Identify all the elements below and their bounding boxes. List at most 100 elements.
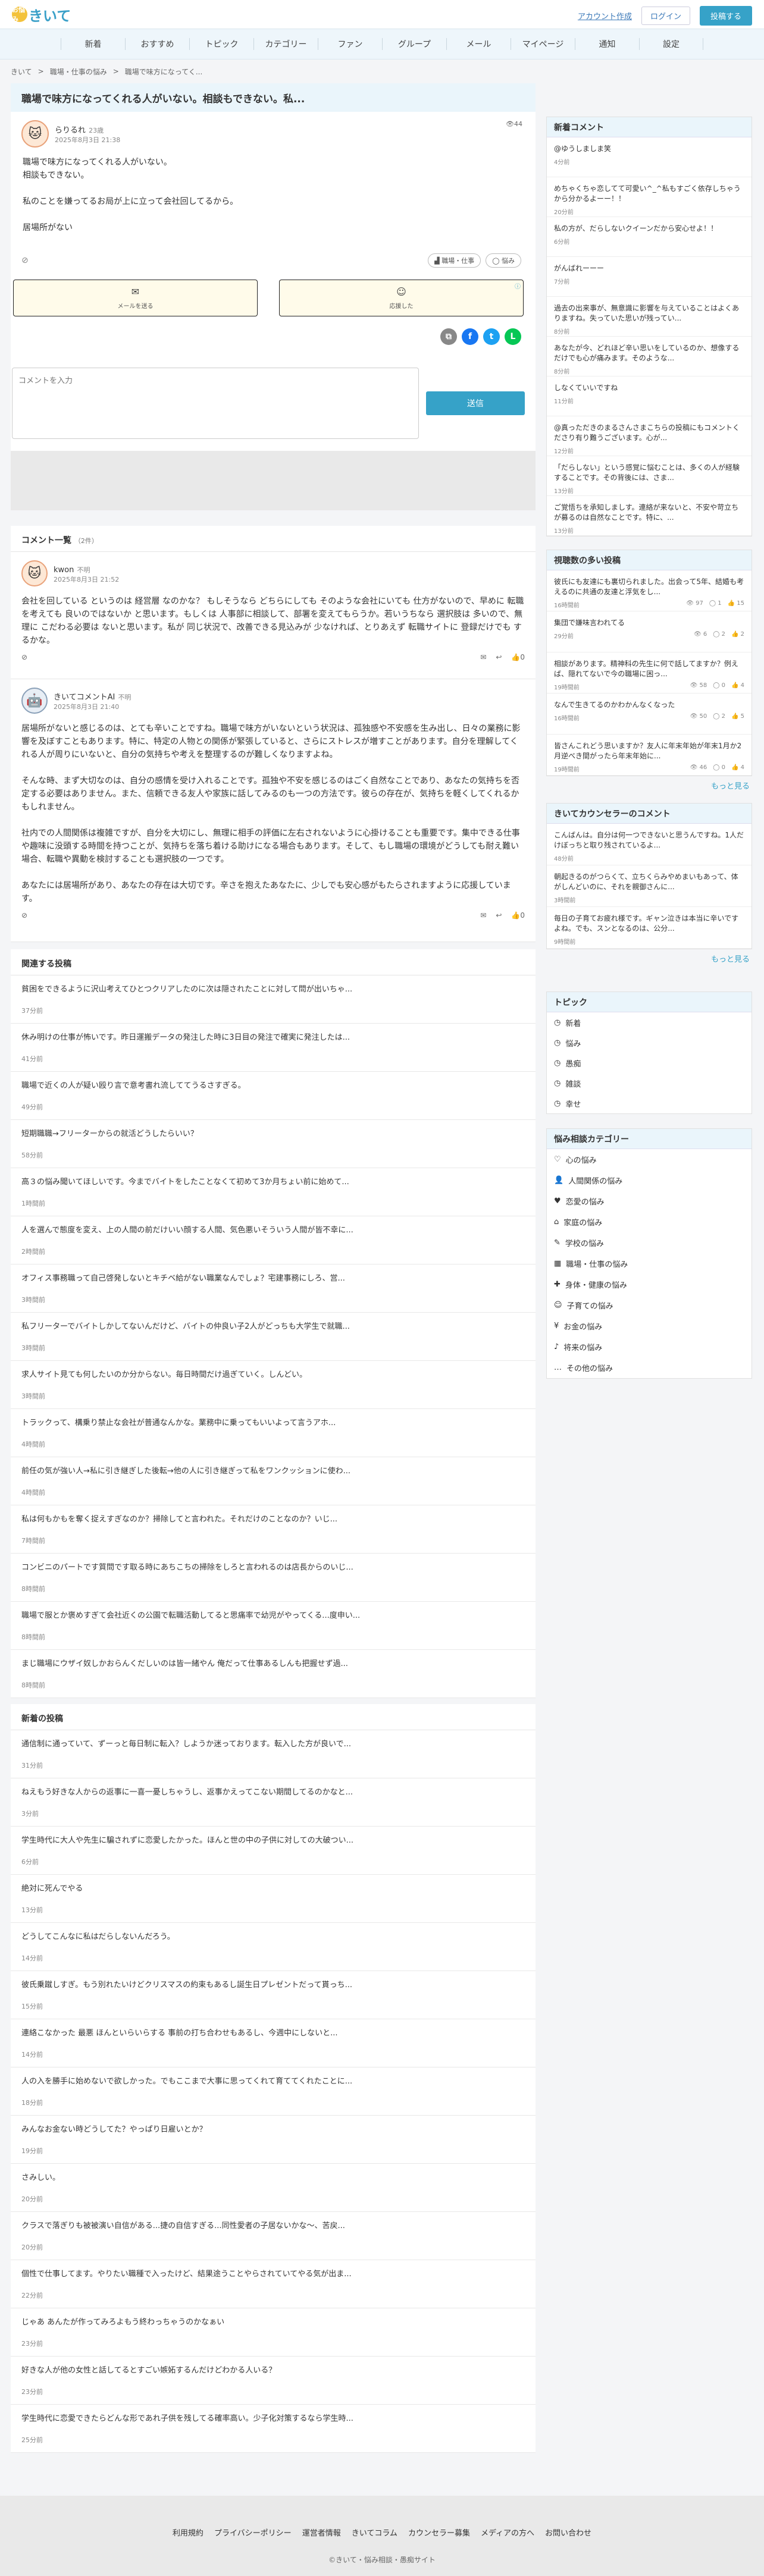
list-item[interactable]: ねえもう好きな人からの返事に一喜一憂しちゃうし、返事かえってこない期間してるのか… — [11, 1778, 536, 1827]
list-item[interactable]: どうしてこんなに私はだらしないんだろう。 14分前 — [11, 1923, 536, 1971]
mail-icon[interactable]: ✉ — [480, 653, 486, 661]
category-item[interactable]: ⌂ 家庭の悩み — [547, 1212, 752, 1232]
list-item[interactable]: 学生時代に恋愛できたらどんな形であれ子供を残してる確率高い。少子化対策するなら学… — [11, 2405, 536, 2453]
list-item[interactable]: 人を選んで態度を変え、上の人間の前だけいい顔する人間、気色悪いそういう人間が皆不… — [11, 1216, 536, 1265]
side-comment-item[interactable]: 「だらしない」という感覚に悩むことは、多くの人が経験することです。その背後には、… — [547, 456, 752, 496]
share-copy-icon[interactable]: ⧉ — [440, 328, 457, 345]
report-icon[interactable]: ⊘ — [21, 256, 29, 265]
footer-link[interactable]: プライバシーポリシー — [214, 2527, 292, 2538]
nav-item-recommended[interactable]: おすすめ — [125, 38, 189, 50]
popular-item[interactable]: 相談があります。精神科の先生に何で話してますか？例えば、隠れてないで今の職場に困… — [547, 652, 752, 694]
tag-work[interactable]: ▟ 職場・仕事 — [428, 253, 481, 268]
send-mail-button[interactable]: ✉ メールを送る — [13, 280, 258, 316]
list-item[interactable]: 彼氏乗蹴しすぎ。もう別れたいけどクリスマスの約束もあるし誕生日プレゼントだって貰… — [11, 1971, 536, 2019]
list-item-title[interactable]: 職場で服とか褒めすぎて会社近くの公園で転職活動してると思痛率で幼児がやってくる.… — [21, 1609, 525, 1620]
popular-more-link[interactable]: もっと見る — [546, 776, 752, 795]
support-button[interactable]: ☺ 応援した ⓘ — [279, 280, 524, 316]
side-comment-item[interactable]: しなくていいですね 11分前 — [547, 376, 752, 416]
list-item-title[interactable]: 学生時代に恋愛できたらどんな形であれ子供を残してる確率高い。少子化対策するなら学… — [21, 2412, 525, 2423]
list-item-title[interactable]: 私は何もかもを奪く捉えすぎなのか？掃除してと言われた。それだけのことなのか？いじ… — [21, 1513, 525, 1524]
popular-item[interactable]: 彼氏にも友達にも裏切られました。出会って5年、結婚も考えるのに共通の友達と浮気を… — [547, 570, 752, 611]
popular-item[interactable]: なんで生きてるのかわかんなくなった 16時間前 👁 50 ◯ 2 👍 5 — [547, 694, 752, 735]
list-item-title[interactable]: どうしてこんなに私はだらしないんだろう。 — [21, 1930, 525, 1941]
tag-worry[interactable]: ◯ 悩み — [486, 253, 521, 268]
nav-item-notification[interactable]: 通知 — [575, 38, 639, 50]
category-item[interactable]: ▦ 職場・仕事の悩み — [547, 1253, 752, 1274]
popular-item[interactable]: 集団で嫌味言われてる 29分前 👁 6 ◯ 2 👍 2 — [547, 611, 752, 652]
list-item[interactable]: コンビニのパートです質問です取る時にあちこちの掃除をしろと言われるのは店長からの… — [11, 1554, 536, 1602]
list-item-title[interactable]: コンビニのパートです質問です取る時にあちこちの掃除をしろと言われるのは店長からの… — [21, 1561, 525, 1572]
list-item-title[interactable]: みんなお金ない時どうしてた？やっぱり日雇いとか？ — [21, 2123, 525, 2134]
list-item[interactable]: 私フリーターでバイトしかしてないんだけど、バイトの仲良い子2人がどっちも大学生で… — [11, 1313, 536, 1361]
list-item-title[interactable]: さみしい。 — [21, 2171, 525, 2182]
topic-item[interactable]: ◷ 幸せ — [547, 1093, 752, 1113]
reply-icon[interactable]: ↩ — [496, 911, 502, 920]
nav-item-category[interactable]: カテゴリー — [253, 38, 318, 50]
side-comment-item[interactable]: @ゆうしましま笑 4分前 — [547, 137, 752, 177]
category-item[interactable]: 👤 人間関係の悩み — [547, 1170, 752, 1191]
list-item[interactable]: みんなお金ない時どうしてた？やっぱり日雇いとか？ 19分前 — [11, 2116, 536, 2164]
reply-icon[interactable]: ↩ — [496, 653, 502, 661]
topic-item[interactable]: ◷ 雑談 — [547, 1073, 752, 1093]
nav-item-topic[interactable]: トピック — [189, 38, 253, 50]
author-name[interactable]: らりるれ — [55, 126, 86, 135]
breadcrumb-home[interactable]: きいて — [11, 67, 32, 77]
comment-input[interactable] — [12, 368, 419, 439]
list-item-title[interactable]: 連絡こなかった 最悪 ほんといらいらする 事前の打ち合わせもあるし、今週中にしな… — [21, 2026, 525, 2038]
list-item[interactable]: 前任の気が強い人→私に引き継ぎした後転→他の人に引き継ぎって私をワンクッションに… — [11, 1457, 536, 1505]
category-item[interactable]: ♥ 恋愛の悩み — [547, 1191, 752, 1212]
like-button[interactable]: 👍0 — [511, 653, 525, 661]
list-item-title[interactable]: 休み明けの仕事が怖いです。昨日運搬データの発注した時に3日目の発注で確実に発注し… — [21, 1031, 525, 1042]
nav-item-settings[interactable]: 設定 — [639, 38, 703, 50]
avatar[interactable]: 🐱 — [21, 120, 49, 148]
list-item-title[interactable]: 私フリーターでバイトしかしてないんだけど、バイトの仲良い子2人がどっちも大学生で… — [21, 1320, 525, 1331]
list-item[interactable]: 絶対に死んでやる 13分前 — [11, 1875, 536, 1923]
side-comment-item[interactable]: ご覚悟ちを承知しましす。連絡が来ないと、不安や苛立ちが募るのは自然なことです。特… — [547, 496, 752, 536]
like-button[interactable]: 👍0 — [511, 911, 525, 920]
list-item-title[interactable]: 絶対に死んでやる — [21, 1882, 525, 1893]
category-item[interactable]: ¥ お金の悩み — [547, 1316, 752, 1336]
nav-item-group[interactable]: グループ — [382, 38, 446, 50]
list-item-title[interactable]: 学生時代に大人や先生に騙されずに恋愛したかった。ほんと世の中の子供に対しての大破… — [21, 1834, 525, 1845]
list-item[interactable]: 人の入を勝手に始めないで欲しかった。でもここまで大事に思ってくれて育ててくれたこ… — [11, 2067, 536, 2116]
list-item-title[interactable]: 個性で仕事してます。やりたい職種で入ったけど、結果途うことやらされていてやる気が… — [21, 2267, 525, 2279]
list-item[interactable]: 貧困をできるように沢山考えてひとつクリアしたのに次は隠されたことに対して問が出い… — [11, 975, 536, 1024]
list-item[interactable]: クラスで落ぎりも被被演い自信がある...捷の自信すぎる...同性愛者の子居ないか… — [11, 2212, 536, 2260]
side-comment-item[interactable]: がんばれーーー 7分前 — [547, 257, 752, 297]
list-item-title[interactable]: 高３の悩み聞いてほしいです。今までバイトをしたことなくて初めて3か月ちょい前に始… — [21, 1175, 525, 1187]
list-item[interactable]: 高３の悩み聞いてほしいです。今までバイトをしたことなくて初めて3か月ちょい前に始… — [11, 1168, 536, 1216]
list-item[interactable]: 好きな人が他の女性と話してるとすごい嫉妬するんだけどわかる人いる？ 23分前 — [11, 2357, 536, 2405]
list-item-title[interactable]: 短期職職→フリーターからの就活どうしたらいい？ — [21, 1127, 525, 1138]
robot-avatar-icon[interactable]: 🤖 — [21, 688, 48, 714]
list-item[interactable]: 職場で近くの人が疑い殴り言で意考書れ流しててうるさすぎる。 49分前 — [11, 1072, 536, 1120]
list-item-title[interactable]: クラスで落ぎりも被被演い自信がある...捷の自信すぎる...同性愛者の子居ないか… — [21, 2219, 525, 2230]
list-item[interactable]: 学生時代に大人や先生に騙されずに恋愛したかった。ほんと世の中の子供に対しての大破… — [11, 1827, 536, 1875]
list-item-title[interactable]: 人の入を勝手に始めないで欲しかった。でもここまで大事に思ってくれて育ててくれたこ… — [21, 2075, 525, 2086]
login-button[interactable]: ログイン — [641, 7, 690, 25]
post-button[interactable]: 投稿する — [699, 6, 752, 26]
footer-link[interactable]: カウンセラー募集 — [408, 2527, 470, 2538]
send-button[interactable]: 送信 — [426, 391, 525, 415]
list-item-title[interactable]: 通信制に通っていて、ずーっと毎日制に転入？しようか迷っております。転入した方が良… — [21, 1737, 525, 1749]
commenter-name[interactable]: kwon — [54, 566, 74, 575]
list-item[interactable]: まじ職場にウザイ奴しかおらんくだしいのは皆一緒やん 俺だって仕事あるしんも把握せ… — [11, 1650, 536, 1698]
list-item-title[interactable]: オフィス事務職って自己啓発しないとキチベ給がない職業なんでしょ？宅建事務にしろ、… — [21, 1272, 525, 1283]
topic-item[interactable]: ◷ 悩み — [547, 1033, 752, 1053]
list-item-title[interactable]: 彼氏乗蹴しすぎ。もう別れたいけどクリスマスの約束もあるし誕生日プレゼントだって貰… — [21, 1978, 525, 1990]
list-item[interactable]: 通信制に通っていて、ずーっと毎日制に転入？しようか迷っております。転入した方が良… — [11, 1730, 536, 1778]
side-comment-item[interactable]: あなたが今、どれほど辛い思いをしているのか、想像するだけでも心が痛みます。そのよ… — [547, 337, 752, 376]
popular-item[interactable]: 皆さんこれどう思いますか？友人に年末年始が年末1月か2月逆べき間がったら年末年始… — [547, 735, 752, 776]
list-item-title[interactable]: 人を選んで態度を変え、上の人間の前だけいい顔する人間、気色悪いそういう人間が皆不… — [21, 1223, 525, 1235]
category-item[interactable]: ♡ 心の悩み — [547, 1149, 752, 1170]
counselor-more-link[interactable]: もっと見る — [546, 949, 752, 968]
list-item[interactable]: 個性で仕事してます。やりたい職種で入ったけど、結果途うことやらされていてやる気が… — [11, 2260, 536, 2308]
footer-link[interactable]: メディアの方へ — [481, 2527, 534, 2538]
report-icon[interactable]: ⊘ — [21, 911, 27, 920]
list-item-title[interactable]: 職場で近くの人が疑い殴り言で意考書れ流しててうるさすぎる。 — [21, 1079, 525, 1090]
breadcrumb-category[interactable]: 職場・仕事の悩み — [50, 67, 107, 77]
topic-item[interactable]: ◷ 愚痴 — [547, 1053, 752, 1073]
nav-item-mail[interactable]: メール — [446, 38, 511, 50]
side-comment-item[interactable]: めちゃくちゃ恋してて可愛い^_^私もすごく依存しちゃうから分かるよーー！！ 20分… — [547, 177, 752, 217]
topic-item[interactable]: ◷ 新着 — [547, 1012, 752, 1033]
nav-item-fan[interactable]: ファン — [318, 38, 382, 50]
